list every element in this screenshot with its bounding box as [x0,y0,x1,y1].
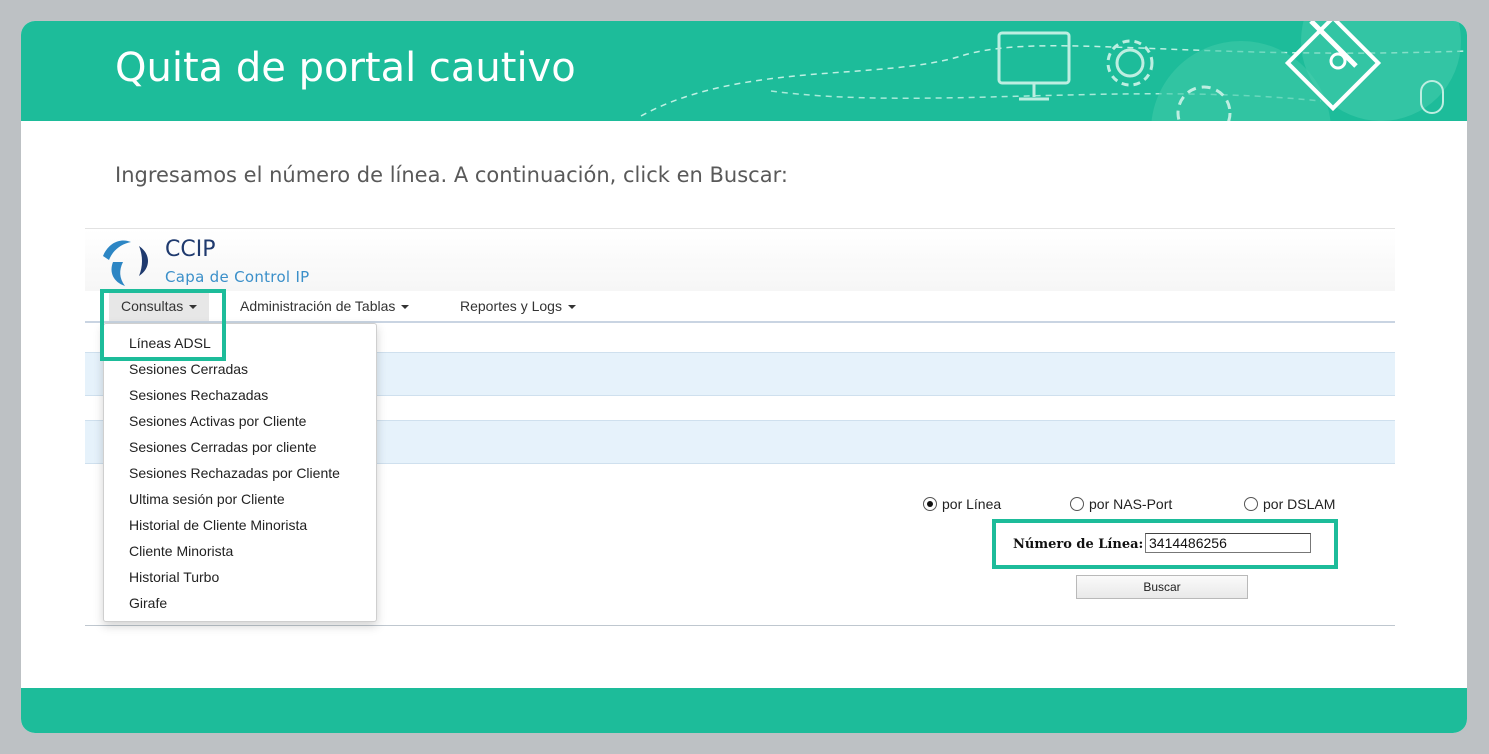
nav-reportes-label: Reportes y Logs [460,298,562,314]
buscar-button[interactable]: Buscar [1076,575,1248,599]
radio-label: por DSLAM [1263,496,1336,512]
chevron-down-icon [567,305,576,310]
menu-item-cliente-minorista[interactable]: Cliente Minorista [129,543,233,559]
radio-por-nas-port[interactable]: por NAS-Port [1070,496,1172,512]
radio-por-dslam[interactable]: por DSLAM [1244,496,1335,512]
header-decoration-icons [640,21,1467,121]
app-nav-bar: Consultas Administración de Tablas Repor… [85,291,1395,323]
menu-item-sesiones-activas-cliente[interactable]: Sesiones Activas por Cliente [129,413,306,429]
app-name: CCIP [165,237,216,262]
chevron-down-icon [401,305,410,310]
panel-divider [85,625,1395,626]
radio-label: por NAS-Port [1089,496,1173,512]
menu-item-ultima-sesion-cliente[interactable]: Ultima sesión por Cliente [129,491,285,507]
slide-header: Quita de portal cautivo [21,21,1467,121]
app-tagline: Capa de Control IP [165,268,310,286]
menu-item-sesiones-cerradas[interactable]: Sesiones Cerradas [129,361,248,377]
radio-checked-icon [923,497,937,511]
app-header: CCIP Capa de Control IP [85,228,1395,292]
menu-item-sesiones-rechazadas-cliente[interactable]: Sesiones Rechazadas por Cliente [129,465,340,481]
menu-item-sesiones-rechazadas[interactable]: Sesiones Rechazadas [129,387,268,403]
menu-item-girafe[interactable]: Girafe [129,595,167,611]
menu-item-historial-cliente-minorista[interactable]: Historial de Cliente Minorista [129,517,307,533]
ccip-logo-icon [103,240,148,286]
menu-item-sesiones-cerradas-cliente[interactable]: Sesiones Cerradas por cliente [129,439,317,455]
radio-label: por Línea [942,496,1002,512]
consultas-dropdown-menu: Líneas ADSL Sesiones Cerradas Sesiones R… [103,323,377,622]
highlight-consultas-lineas-adsl [100,289,226,361]
radio-unchecked-icon [1244,497,1258,511]
slide-instruction: Ingresamos el número de línea. A continu… [115,163,788,187]
menu-item-historial-turbo[interactable]: Historial Turbo [129,569,219,585]
highlight-numero-linea-field [992,519,1338,569]
slide-title: Quita de portal cautivo [115,45,576,91]
radio-unchecked-icon [1070,497,1084,511]
nav-reportes-logs[interactable]: Reportes y Logs [460,298,576,314]
slide-footer [21,688,1467,733]
nav-administracion-label: Administración de Tablas [240,298,396,314]
nav-administracion-tablas[interactable]: Administración de Tablas [240,298,410,314]
radio-por-linea[interactable]: por Línea [923,496,1001,512]
